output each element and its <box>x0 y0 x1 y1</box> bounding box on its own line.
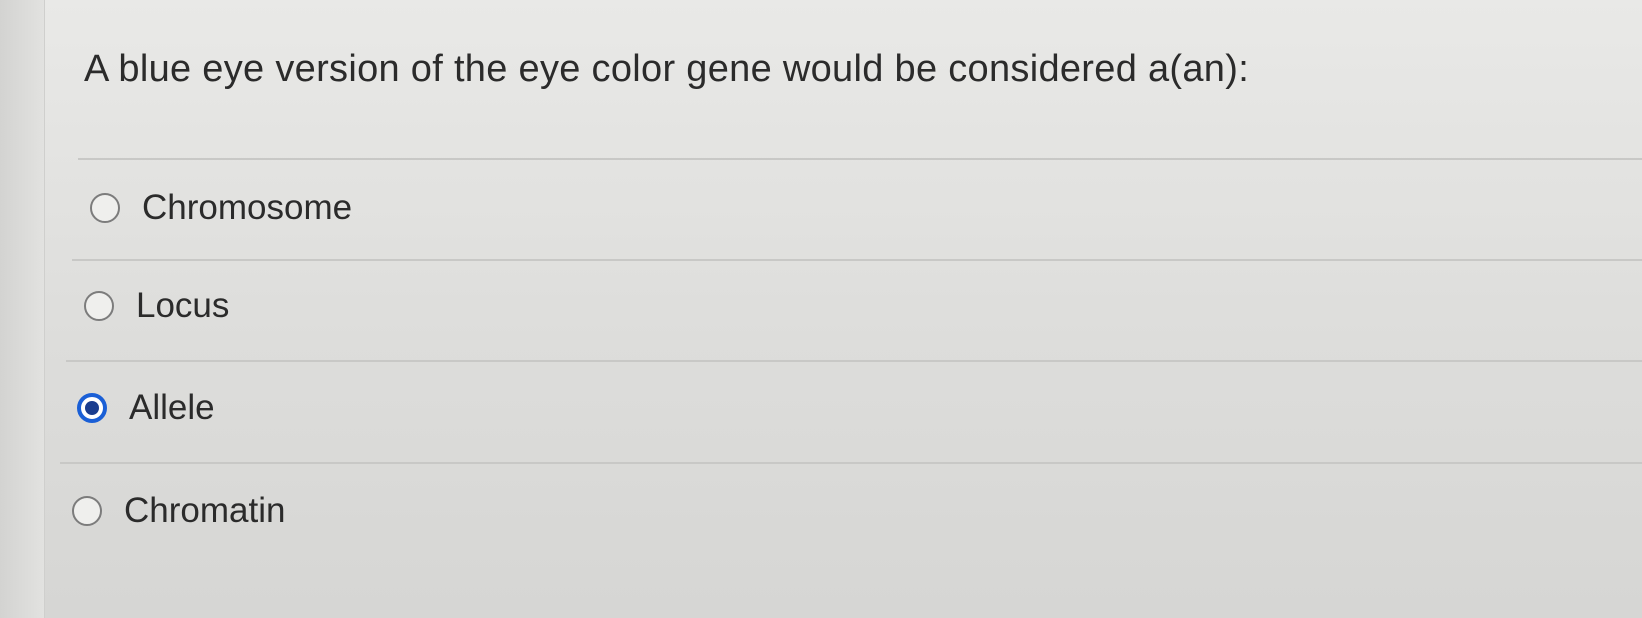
divider <box>78 158 1642 160</box>
option-label: Allele <box>129 388 215 427</box>
divider <box>60 462 1642 464</box>
radio-button-locus[interactable] <box>84 291 114 321</box>
option-label: Locus <box>136 286 230 325</box>
option-label: Chromatin <box>124 491 286 530</box>
option-allele[interactable]: Allele <box>77 388 215 428</box>
divider <box>72 259 1642 261</box>
divider <box>66 360 1642 362</box>
radio-button-chromosome[interactable] <box>90 193 120 223</box>
radio-button-chromatin[interactable] <box>72 496 102 526</box>
option-chromosome[interactable]: Chromosome <box>90 188 352 228</box>
option-label: Chromosome <box>142 188 353 227</box>
option-locus[interactable]: Locus <box>84 286 229 326</box>
radio-button-allele[interactable] <box>77 393 107 423</box>
page-left-edge <box>0 0 45 618</box>
question-text: A blue eye version of the eye color gene… <box>84 48 1250 90</box>
radio-dot <box>85 401 99 415</box>
option-chromatin[interactable]: Chromatin <box>72 491 285 531</box>
